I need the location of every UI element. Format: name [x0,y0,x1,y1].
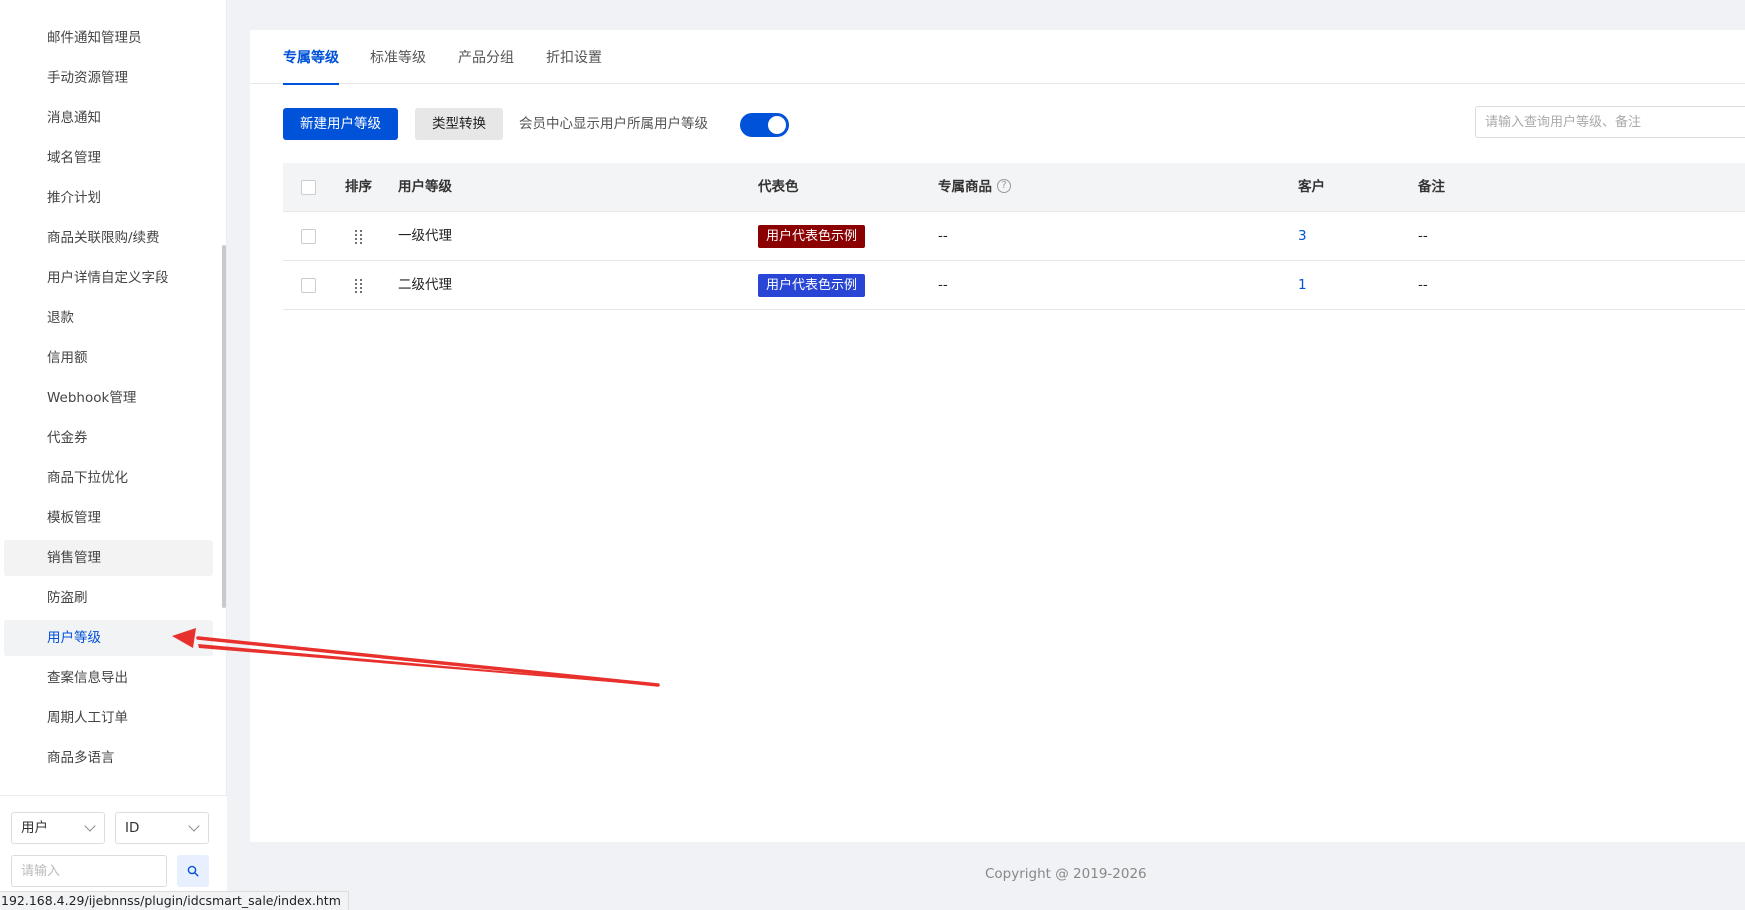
tab-product-group[interactable]: 产品分组 [458,30,514,84]
select-all-checkbox[interactable] [301,180,316,195]
toggle-knob [768,116,786,134]
sidebar-scrollbar[interactable] [222,245,226,608]
help-icon[interactable]: ? [997,178,1011,193]
level-name: 二级代理 [398,277,452,293]
new-user-level-button[interactable]: 新建用户等级 [283,108,398,140]
sidebar-item-sales[interactable]: 销售管理 [4,540,213,576]
tab-bar: 专属等级 标准等级 产品分组 折扣设置 [250,30,1745,85]
customers-count-link[interactable]: 1 [1298,261,1307,309]
color-tag: 用户代表色示例 [758,225,866,248]
tab-discount-settings[interactable]: 折扣设置 [546,30,602,84]
type-convert-button[interactable]: 类型转换 [415,108,503,140]
remark-value: -- [1418,228,1428,244]
sidebar-item-user-level[interactable]: 用户等级 [4,620,213,656]
sidebar-item-multilang[interactable]: 商品多语言 [4,740,213,776]
level-name: 一级代理 [398,228,452,244]
sidebar-item-purchase-limit[interactable]: 商品关联限购/续费 [4,220,213,256]
header-products: 专属商品? [938,163,1011,211]
header-sort: 排序 [345,179,372,195]
header-color: 代表色 [758,179,799,195]
sidebar-item-credit[interactable]: 信用额 [4,340,213,376]
search-icon [187,865,199,877]
search-field-value: ID [125,820,140,836]
sidebar-search-input[interactable] [11,855,167,887]
customers-count-link[interactable]: 3 [1298,212,1307,260]
drag-handle-icon[interactable] [354,279,364,294]
row-checkbox[interactable] [301,229,316,244]
table-row: 二级代理 用户代表色示例 -- 1 -- [283,261,1745,310]
search-type-value: 用户 [21,820,48,836]
color-tag: 用户代表色示例 [758,274,866,297]
level-search-input[interactable] [1475,106,1745,138]
products-value: -- [938,228,948,244]
sidebar-item-email-admin[interactable]: 邮件通知管理员 [4,20,213,56]
sidebar-item-message-notify[interactable]: 消息通知 [4,100,213,136]
products-value: -- [938,277,948,293]
search-field-select[interactable]: ID [115,812,209,844]
sidebar-item-voucher[interactable]: 代金券 [4,420,213,456]
sidebar-menu: 邮件通知管理员 手动资源管理 消息通知 域名管理 推介计划 商品关联限购/续费 … [0,0,220,788]
sidebar: 邮件通知管理员 手动资源管理 消息通知 域名管理 推介计划 商品关联限购/续费 … [0,0,227,910]
show-level-toggle[interactable] [740,113,789,137]
chevron-down-icon [188,820,200,832]
header-products-label: 专属商品 [938,179,992,195]
status-bar-url: 192.168.4.29/ijebnnss/plugin/idcsmart_sa… [0,891,349,910]
main-content-card: 专属等级 标准等级 产品分组 折扣设置 新建用户等级 类型转换 会员中心显示用户… [250,30,1745,842]
header-remark: 备注 [1418,179,1445,195]
drag-handle-icon[interactable] [354,230,364,245]
sidebar-item-domain[interactable]: 域名管理 [4,140,213,176]
table-row: 一级代理 用户代表色示例 -- 3 -- [283,212,1745,261]
sidebar-item-referral[interactable]: 推介计划 [4,180,213,216]
copyright-text: Copyright @ 2019-2026 [985,866,1147,882]
sidebar-item-dropdown-opt[interactable]: 商品下拉优化 [4,460,213,496]
chevron-down-icon [84,820,96,832]
sidebar-item-anti-fraud[interactable]: 防盗刷 [4,580,213,616]
show-level-toggle-label: 会员中心显示用户所属用户等级 [519,116,708,132]
tab-exclusive-level[interactable]: 专属等级 [283,30,339,85]
sidebar-item-template[interactable]: 模板管理 [4,500,213,536]
tab-standard-level[interactable]: 标准等级 [370,30,426,84]
header-level: 用户等级 [398,179,452,195]
row-checkbox[interactable] [301,278,316,293]
sidebar-item-refund[interactable]: 退款 [4,300,213,336]
sidebar-search-button[interactable] [177,855,209,887]
sidebar-item-webhook[interactable]: Webhook管理 [4,380,213,416]
remark-value: -- [1418,277,1428,293]
header-customers: 客户 [1298,179,1325,195]
sidebar-item-manual-resource[interactable]: 手动资源管理 [4,60,213,96]
sidebar-item-info-export[interactable]: 查案信息导出 [4,660,213,696]
table-header: 排序 用户等级 代表色 专属商品? 客户 备注 [283,163,1745,212]
sidebar-item-manual-order[interactable]: 周期人工订单 [4,700,213,736]
search-type-select[interactable]: 用户 [11,812,105,844]
toolbar: 新建用户等级 类型转换 会员中心显示用户所属用户等级 [250,106,1745,140]
sidebar-item-custom-fields[interactable]: 用户详情自定义字段 [4,260,213,296]
